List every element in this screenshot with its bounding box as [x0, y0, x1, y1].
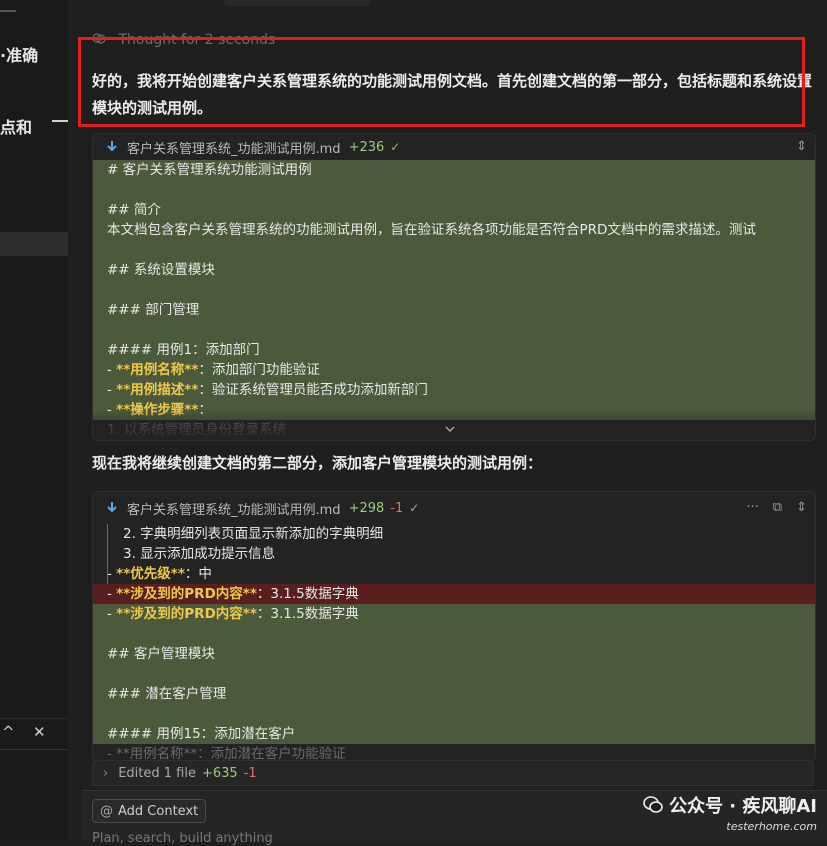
list-marker: -	[107, 362, 117, 378]
deletions-count: -1	[390, 500, 404, 516]
bold-key: **优先级**	[116, 566, 185, 582]
code-line: #### 用例1：添加部门	[93, 340, 815, 360]
line-text: ：3.1.5数据字典	[256, 606, 359, 622]
bold-key: **涉及到的PRD内容**	[116, 586, 257, 602]
left-pane-top-edge	[0, 0, 16, 12]
code-line: - **涉及到的PRD内容**：3.1.5数据字典	[93, 584, 815, 604]
line-text: ：3.1.5数据字典	[256, 586, 359, 602]
edited-label: Edited 1 file	[118, 765, 196, 781]
code-line: - **用例描述**：验证系统管理员能否成功添加新部门	[93, 380, 815, 400]
code-line: ## 系统设置模块	[93, 260, 815, 280]
collapse-dash-icon[interactable]	[52, 120, 68, 122]
annotation-highlight-box	[78, 37, 805, 127]
code-line: # 客户关系管理系统功能测试用例	[93, 160, 815, 180]
code-line: ### 潜在客户管理	[93, 684, 815, 704]
line-text: ## 简介	[107, 202, 161, 218]
chat-panel: Thought for 2 seconds 好的，我将开始创建客户关系管理系统的…	[68, 0, 827, 846]
edited-files-bar[interactable]: › Edited 1 file +635 -1	[92, 760, 814, 786]
expand-toggle-icon[interactable]: ⇕	[796, 500, 807, 515]
code-line: 2. 字典明细列表页面显示新添加的字典明细	[93, 524, 815, 544]
chevron-up-icon[interactable]: ^	[2, 723, 15, 741]
top-input-edge	[223, 0, 371, 6]
code-line: ## 简介	[93, 200, 815, 220]
code-body: # 客户关系管理系统功能测试用例 ## 简介本文档包含客户关系管理系统的功能测试用…	[93, 160, 815, 440]
copy-icon[interactable]: ⧉	[773, 500, 782, 515]
code-line	[93, 280, 815, 300]
code-edit-card: 客户关系管理系统_功能测试用例.md +236 ✓ ⇕ # 客户关系管理系统功能…	[92, 133, 816, 441]
indent-guide	[107, 524, 108, 584]
close-icon[interactable]: ✕	[33, 723, 46, 741]
code-line	[93, 624, 815, 644]
file-name[interactable]: 客户关系管理系统_功能测试用例.md	[127, 499, 341, 518]
code-line: 本文档包含客户关系管理系统的功能测试用例，旨在验证系统各项功能是否符合PRD文档…	[93, 220, 815, 240]
code-line: - **用例名称**：添加部门功能验证	[93, 360, 815, 380]
selected-list-row[interactable]	[0, 232, 68, 256]
divider	[0, 749, 68, 750]
truncated-text-fragment: ·准确	[0, 46, 39, 65]
list-marker: -	[107, 586, 117, 602]
composer-input[interactable]: Plan, search, build anything	[92, 831, 273, 846]
code-line	[93, 180, 815, 200]
file-name[interactable]: 客户关系管理系统_功能测试用例.md	[127, 138, 341, 157]
watermark-text: 公众号 · 疾风聊AI	[669, 796, 817, 817]
check-icon: ✓	[390, 140, 401, 154]
code-line: ## 客户管理模块	[93, 644, 815, 664]
code-line: - **优先级**：中	[93, 564, 815, 584]
card-header[interactable]: 客户关系管理系统_功能测试用例.md +236 ✓ ⇕	[93, 134, 815, 160]
left-pane: ·准确 点和 ^ ✕	[0, 0, 69, 840]
list-marker: -	[107, 606, 117, 622]
more-options-icon[interactable]: ···	[746, 500, 758, 515]
chevron-right-icon[interactable]: ›	[103, 766, 108, 781]
watermark-title: 公众号 · 疾风聊AI	[643, 792, 817, 818]
line-text: #### 用例15：添加潜在客户	[107, 726, 296, 742]
assistant-message: 现在我将继续创建文档的第二部分，添加客户管理模块的测试用例：	[92, 454, 543, 472]
additions-count: +635	[201, 765, 238, 781]
code-line: #### 用例15：添加潜在客户	[93, 724, 815, 744]
line-text: ：验证系统管理员能否成功添加新部门	[198, 382, 428, 398]
line-text: ## 客户管理模块	[107, 646, 215, 662]
list-marker: -	[107, 566, 117, 582]
bold-key: **用例名称**	[116, 362, 199, 378]
additions-count: +298	[348, 500, 385, 516]
bold-key: **用例描述**	[116, 382, 199, 398]
list-marker: -	[107, 382, 117, 398]
line-text: ：添加部门功能验证	[198, 362, 320, 378]
chevron-down-icon[interactable]	[445, 424, 455, 434]
add-context-button[interactable]: @ Add Context	[92, 799, 207, 823]
truncated-text-fragment: 点和	[0, 118, 33, 137]
deletions-count: -1	[243, 765, 257, 781]
line-text: ### 部门管理	[107, 302, 200, 318]
expand-toggle-icon[interactable]: ⇕	[796, 139, 807, 154]
download-arrow-icon	[107, 141, 117, 152]
at-icon: @	[100, 803, 113, 819]
code-line: - **涉及到的PRD内容**：3.1.5数据字典	[93, 604, 815, 624]
code-line	[93, 664, 815, 684]
code-line	[93, 320, 815, 340]
line-text: #### 用例1：添加部门	[107, 342, 260, 358]
download-arrow-icon	[107, 502, 117, 513]
additions-count: +236	[348, 139, 385, 155]
line-text: # 客户关系管理系统功能测试用例	[107, 162, 312, 178]
wechat-icon	[643, 796, 663, 813]
code-line	[93, 240, 815, 260]
line-text: 本文档包含客户关系管理系统的功能测试用例，旨在验证系统各项功能是否符合PRD文档…	[107, 222, 756, 238]
code-line: ### 部门管理	[93, 300, 815, 320]
watermark: 公众号 · 疾风聊AI testerhome.com	[643, 792, 817, 833]
code-body: 2. 字典明细列表页面显示新添加的字典明细 3. 显示添加成功提示信息 - **优先…	[93, 524, 815, 761]
line-text: 3. 显示添加成功提示信息	[123, 546, 276, 562]
code-line: 3. 显示添加成功提示信息	[93, 544, 815, 564]
check-icon: ✓	[409, 501, 420, 515]
code-edit-card: 客户关系管理系统_功能测试用例.md +298 -1 ✓ ··· ⧉ ⇕ 2. …	[92, 491, 816, 762]
line-text: ：中	[184, 566, 212, 582]
line-text: ## 系统设置模块	[107, 262, 215, 278]
add-context-label: Add Context	[118, 803, 199, 819]
code-line	[93, 704, 815, 724]
watermark-site: testerhome.com	[726, 820, 817, 833]
card-header[interactable]: 客户关系管理系统_功能测试用例.md +298 -1 ✓ ··· ⧉ ⇕	[93, 492, 815, 524]
bold-key: **涉及到的PRD内容**	[116, 606, 257, 622]
line-text: 2. 字典明细列表页面显示新添加的字典明细	[123, 526, 384, 542]
panel-controls: ^ ✕	[0, 718, 68, 750]
line-text: ### 潜在客户管理	[107, 686, 227, 702]
